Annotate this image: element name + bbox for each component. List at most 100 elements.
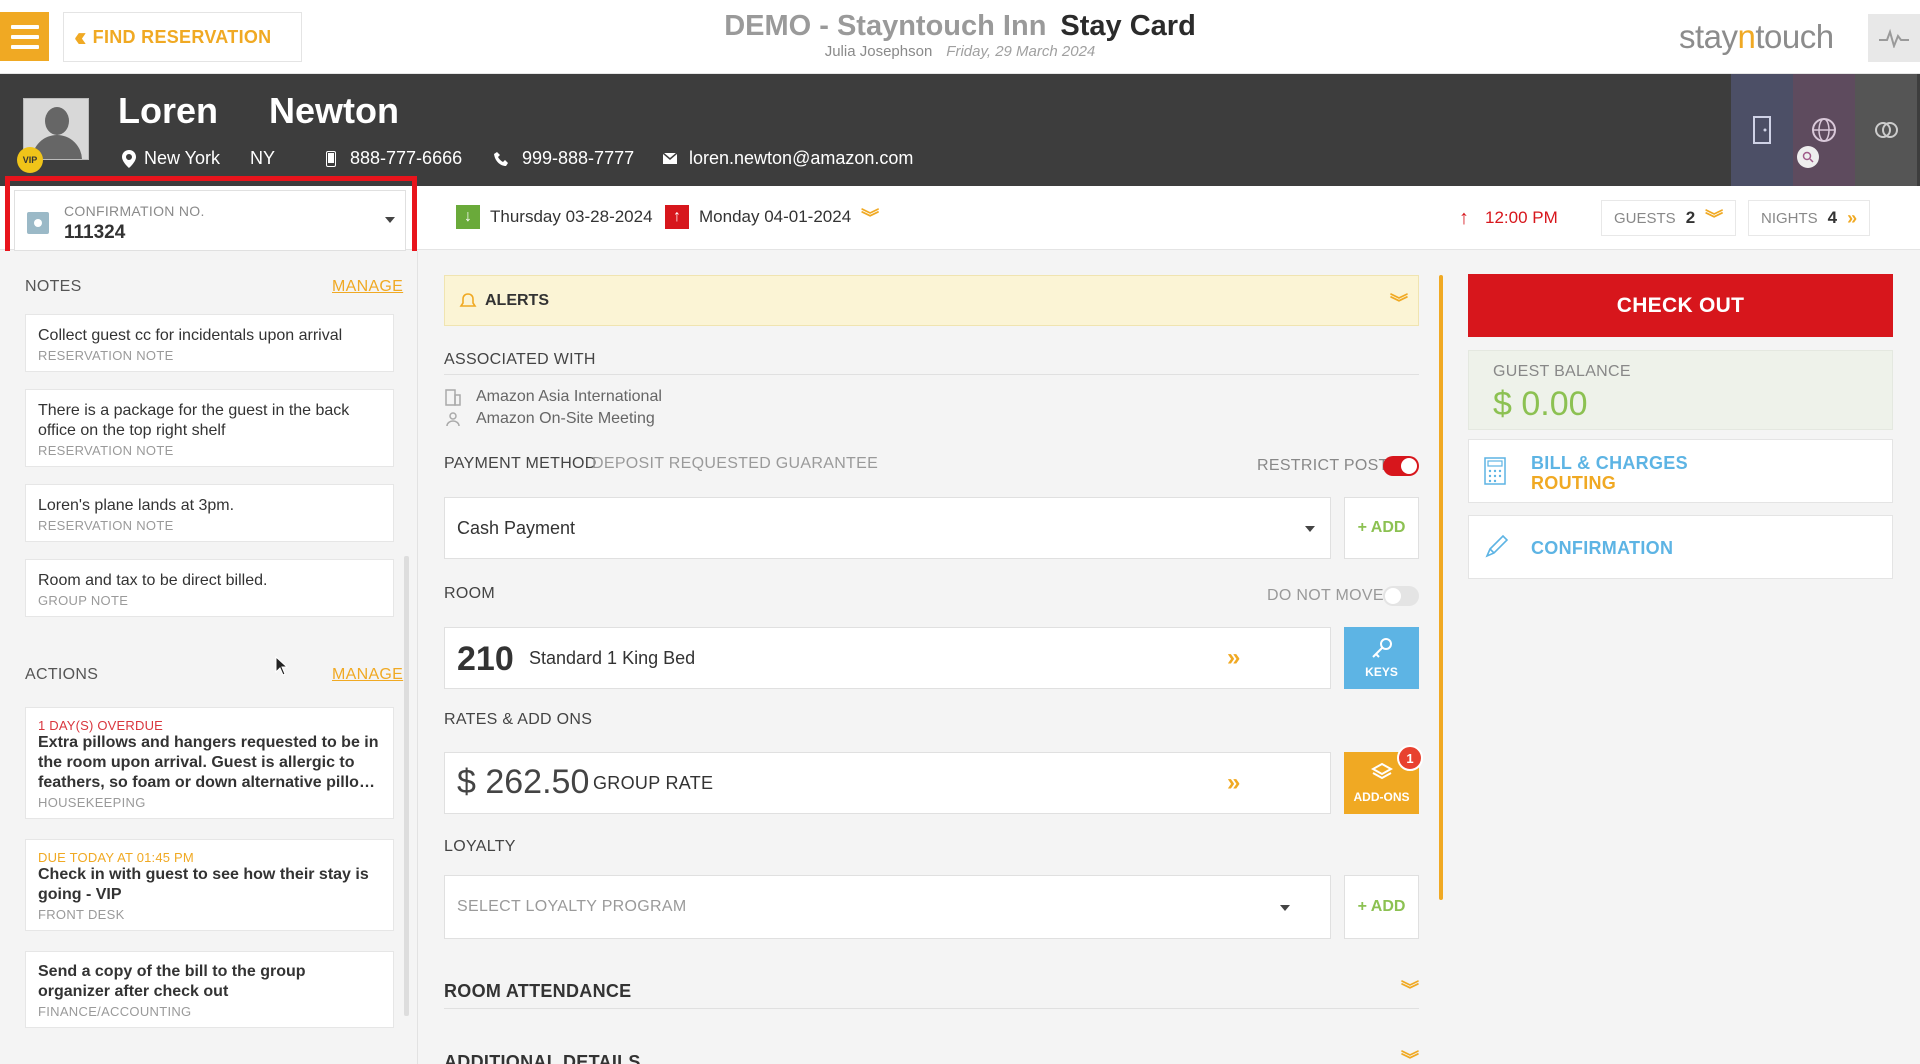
alerts-panel[interactable]: ALERTS ︾ [444, 275, 1419, 326]
room-selector[interactable]: 210 Standard 1 King Bed » [444, 627, 1331, 689]
arrow-down-icon: ↓ [456, 205, 480, 229]
guest-last-name[interactable]: Newton [269, 90, 399, 132]
bell-icon [459, 292, 477, 307]
note-card[interactable]: Collect guest cc for incidentals upon ar… [25, 314, 394, 372]
action-card[interactable]: DUE TODAY AT 01:45 PM Check in with gues… [25, 839, 394, 931]
add-loyalty-button[interactable]: + ADD [1344, 875, 1419, 939]
double-chevron-down-icon[interactable]: ︾ [1401, 976, 1419, 1002]
restrict-post-label: RESTRICT POST [1257, 457, 1389, 474]
departure-date[interactable]: ↑ Monday 04-01-2024 ︾ [665, 200, 879, 234]
rate-name: GROUP RATE [593, 773, 714, 793]
confirmation-label: CONFIRMATION NO. [64, 203, 205, 219]
vip-badge: VIP [17, 147, 43, 173]
guest-first-name[interactable]: Loren [118, 90, 218, 132]
departure-time[interactable]: ↑ 12:00 PM [1447, 200, 1570, 236]
double-chevron-down-icon[interactable]: ︾ [1401, 1046, 1419, 1064]
check-out-button[interactable]: CHECK OUT [1468, 274, 1893, 337]
key-icon [1371, 638, 1392, 658]
mobile-phone-icon [326, 150, 336, 167]
activity-button[interactable] [1868, 14, 1920, 62]
notes-header: NOTES [25, 278, 82, 295]
hotel-name: DEMO - Stayntouch Inn [724, 10, 1047, 42]
note-card[interactable]: Room and tax to be direct billed. GROUP … [25, 559, 394, 617]
arrival-date[interactable]: ↓ Thursday 03-28-2024 [456, 200, 653, 234]
additional-details-header[interactable]: ADDITIONAL DETAILS [444, 1052, 641, 1064]
tab-room[interactable] [1731, 74, 1793, 186]
guests-selector[interactable]: GUESTS 2 ︾ [1601, 200, 1737, 236]
envelope-icon [663, 153, 677, 164]
left-scrollbar[interactable] [404, 556, 409, 1016]
rate-selector[interactable]: $ 262.50 GROUP RATE » [444, 752, 1331, 814]
actions-header: ACTIONS [25, 666, 99, 683]
search-icon[interactable] [1797, 146, 1819, 168]
pulse-icon [1879, 28, 1909, 48]
double-chevron-down-icon: ︾ [1390, 293, 1408, 313]
add-payment-button[interactable]: + ADD [1344, 497, 1419, 559]
tab-preferences[interactable] [1855, 74, 1917, 186]
guest-phone[interactable]: 999-888-7777 [494, 148, 634, 169]
confirmation-number-selector[interactable]: CONFIRMATION NO. 111324 [14, 190, 406, 251]
add-ons-count-badge: 1 [1397, 745, 1423, 771]
guest-header: VIP Loren Newton New York NY 888-777-666… [0, 74, 1920, 186]
guest-header-tabs [1731, 74, 1917, 186]
payment-method-select[interactable]: Cash Payment [444, 497, 1331, 559]
user-name: Julia Josephson [824, 43, 933, 60]
reservation-summary-bar: CONFIRMATION NO. 111324 ↓ Thursday 03-28… [0, 186, 1920, 251]
rates-label: RATES & ADD ONS [444, 711, 593, 728]
room-label: ROOM [444, 585, 495, 602]
bill-routing-button[interactable]: BILL & CHARGES ROUTING [1468, 439, 1893, 503]
page-title: DEMO - Stayntouch Inn Stay Card [0, 10, 1920, 43]
guest-state: NY [250, 148, 276, 168]
caret-down-icon [385, 217, 395, 223]
page-subtitle: Julia Josephson Friday, 29 March 2024 [0, 43, 1920, 60]
action-due-status: 1 DAY(S) OVERDUE [38, 718, 164, 733]
room-attendance-header[interactable]: ROOM ATTENDANCE [444, 981, 632, 1002]
note-card[interactable]: Loren's plane lands at 3pm. RESERVATION … [25, 484, 394, 542]
note-card[interactable]: There is a package for the guest in the … [25, 389, 394, 467]
caret-down-icon [1280, 905, 1290, 911]
room-number: 210 [457, 640, 514, 678]
restrict-post-toggle[interactable] [1383, 456, 1419, 476]
double-chevron-right-icon: » [1227, 769, 1241, 796]
double-chevron-right-icon: » [1227, 644, 1241, 671]
caret-down-icon [1305, 526, 1315, 532]
guest-email[interactable]: loren.newton@amazon.com [663, 148, 913, 169]
mouse-cursor-icon [275, 656, 289, 676]
phone-icon [494, 151, 508, 166]
action-card[interactable]: Send a copy of the bill to the group org… [25, 951, 394, 1028]
associated-company[interactable]: Amazon Asia International [444, 388, 662, 406]
keys-button[interactable]: KEYS [1344, 627, 1419, 689]
double-chevron-right-icon: » [1847, 207, 1858, 228]
associated-group[interactable]: Amazon On-Site Meeting [444, 410, 655, 428]
guest-mobile[interactable]: 888-777-6666 [326, 148, 462, 169]
payment-guarantee-label: DEPOSIT REQUESTED GUARANTEE [592, 455, 879, 472]
calculator-icon [1484, 457, 1506, 485]
confirmation-number: 111324 [64, 222, 126, 243]
nights-selector[interactable]: NIGHTS 4 » [1748, 200, 1871, 236]
screen-title: Stay Card [1060, 10, 1196, 42]
do-not-move-label: DO NOT MOVE [1267, 587, 1384, 604]
brand-logo: stayntouch [1679, 18, 1834, 55]
double-chevron-down-icon: ︾ [1705, 209, 1724, 229]
scroll-indicator [1439, 275, 1443, 900]
left-sidebar: NOTES MANAGE Collect guest cc for incide… [0, 251, 418, 1064]
divider [444, 1008, 1419, 1009]
payment-method-label: PAYMENT METHOD [444, 455, 597, 472]
notes-manage-link[interactable]: MANAGE [332, 278, 403, 296]
globe-icon [1812, 118, 1836, 142]
confirmation-button[interactable]: CONFIRMATION [1468, 515, 1893, 579]
do-not-move-toggle[interactable] [1383, 586, 1419, 606]
tab-global[interactable] [1793, 74, 1855, 186]
divider [444, 374, 1419, 375]
location-pin-icon [122, 149, 136, 168]
guest-balance-card[interactable]: GUEST BALANCE $ 0.00 [1468, 350, 1893, 430]
rings-icon [1875, 122, 1898, 138]
arrow-up-icon: ↑ [665, 205, 689, 229]
guest-balance-value: $ 0.00 [1493, 385, 1588, 423]
door-icon [1753, 116, 1771, 144]
action-card[interactable]: 1 DAY(S) OVERDUE Extra pillows and hange… [25, 707, 394, 819]
loyalty-program-select[interactable]: SELECT LOYALTY PROGRAM [444, 875, 1331, 939]
guest-city: New York [144, 148, 221, 168]
actions-manage-link[interactable]: MANAGE [332, 666, 403, 684]
double-chevron-down-icon[interactable]: ︾ [861, 204, 879, 230]
